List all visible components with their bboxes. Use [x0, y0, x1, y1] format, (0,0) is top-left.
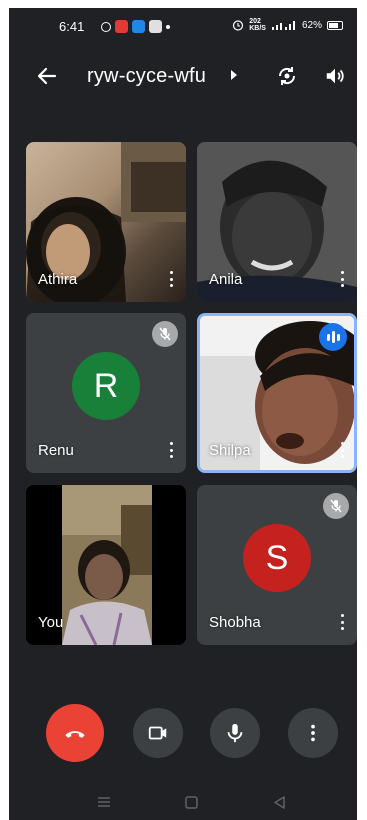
speaking-indicator-icon: [319, 323, 347, 351]
participant-tile-shilpa[interactable]: Shilpa: [197, 313, 357, 473]
more-options-icon[interactable]: [164, 439, 178, 461]
recents-menu-icon[interactable]: [97, 796, 111, 808]
network-speed: 202 KB/S: [249, 18, 266, 32]
end-call-button[interactable]: [46, 704, 104, 762]
battery-level: 62%: [301, 19, 322, 31]
participant-name: Renu: [38, 442, 74, 459]
status-bar: 6:41 202 KB/S 62%: [9, 8, 357, 40]
back-arrow-icon[interactable]: [35, 64, 59, 88]
participant-name: Athira: [38, 271, 78, 288]
participant-tile-shobha[interactable]: S Shobha: [197, 485, 357, 645]
camera-toggle-button[interactable]: [133, 708, 183, 758]
meeting-header: ryw-cyce-wfu: [9, 56, 357, 96]
more-options-icon[interactable]: [335, 268, 349, 290]
participant-name: You: [38, 614, 64, 631]
microphone-icon: [227, 723, 243, 743]
participant-name: Anila: [209, 271, 243, 288]
more-options-icon[interactable]: [335, 439, 349, 461]
app-notification-icon: [132, 20, 145, 33]
dot-icon: [166, 24, 170, 29]
alarm-icon: [233, 20, 244, 31]
video-camera-icon: [148, 726, 167, 740]
meeting-details-caret-icon[interactable]: [231, 70, 237, 80]
participant-name: Shobha: [209, 614, 261, 631]
more-options-icon[interactable]: [164, 268, 178, 290]
status-right: 202 KB/S 62%: [232, 18, 343, 32]
battery-icon: [327, 20, 343, 30]
switch-camera-icon[interactable]: [275, 64, 299, 88]
muted-mic-icon: [152, 321, 178, 347]
participant-tile-self[interactable]: You: [26, 485, 186, 645]
microphone-toggle-button[interactable]: [210, 708, 260, 758]
hang-up-icon: [65, 731, 85, 738]
avatar: S: [243, 524, 311, 592]
back-triangle-icon[interactable]: [273, 796, 286, 809]
participant-tile-renu[interactable]: R Renu: [26, 313, 186, 473]
speaker-volume-icon[interactable]: [324, 65, 346, 87]
more-options-icon[interactable]: [335, 611, 349, 633]
meeting-code[interactable]: ryw-cyce-wfu: [87, 65, 206, 88]
avatar: R: [72, 352, 140, 420]
muted-mic-icon: [323, 493, 349, 519]
participant-tile-anila[interactable]: Anila: [197, 142, 357, 302]
status-time: 6:41: [59, 19, 85, 34]
system-navigation-bar: [9, 783, 357, 820]
notification-icons: [101, 20, 170, 33]
more-options-button[interactable]: [288, 708, 338, 758]
home-square-icon[interactable]: [185, 796, 198, 809]
app-notification-icon: [149, 20, 162, 33]
signal-icon: [271, 21, 295, 30]
more-vertical-icon: [311, 724, 315, 742]
participant-tile-athira[interactable]: Athira: [26, 142, 186, 302]
meet-call-screen: 6:41 202 KB/S 62% ryw-cyce-wfu Athira An…: [9, 8, 357, 820]
call-controls: [9, 704, 357, 762]
participant-name: Shilpa: [209, 442, 251, 459]
loop-notification-icon: [101, 21, 111, 32]
app-notification-icon: [115, 20, 128, 33]
